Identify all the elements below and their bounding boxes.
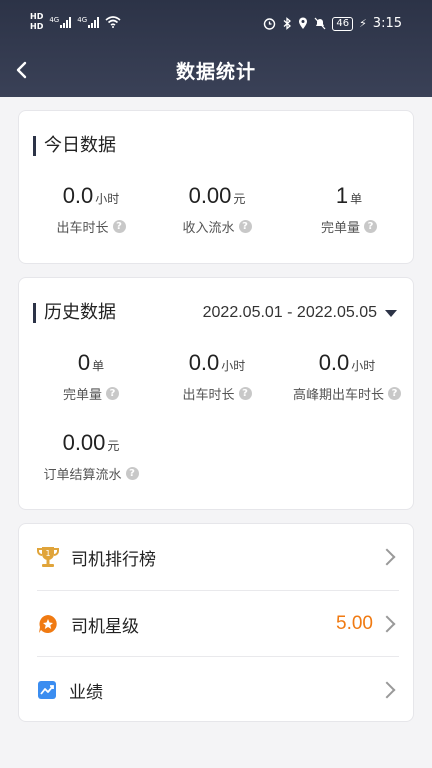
stat-value: 0.00 — [62, 430, 106, 455]
stat-unit: 元 — [107, 439, 120, 453]
history-stat-peak-time: 0.0 小时 高峰期出车时长? — [281, 350, 413, 403]
chevron-right-icon — [378, 615, 396, 633]
help-icon[interactable]: ? — [388, 387, 401, 400]
net-type-1: 4G — [49, 16, 60, 24]
trend-chart-icon — [38, 681, 56, 699]
history-stat-orders: 0单 完单量? — [31, 350, 151, 403]
signal-1-icon: 4G — [49, 16, 72, 28]
menu-card: 1 司机排行榜 司机星级 5.00 业绩 — [18, 523, 414, 722]
history-stat-drive-time: 0.0 小时 出车时长? — [157, 350, 277, 403]
help-icon[interactable]: ? — [238, 387, 252, 400]
menu-item-driver-ranking[interactable]: 1 司机排行榜 — [37, 524, 399, 590]
stat-label: 出车时长 — [56, 221, 109, 236]
hd-label-1: HD — [30, 12, 44, 21]
charging-icon: ⚡ — [359, 17, 367, 30]
stat-label: 订单结算流水 — [43, 468, 122, 483]
stat-label: 完单量 — [62, 388, 102, 403]
today-stat-income: 0.00 元 收入流水? — [157, 183, 277, 236]
alarm-icon — [264, 18, 276, 30]
stat-value: 0.0 — [188, 350, 220, 375]
stat-unit: 元 — [233, 192, 246, 206]
status-bar: HD HD 4G 4G 46 ⚡ 3:15 — [0, 0, 432, 46]
help-icon[interactable]: ? — [238, 220, 252, 233]
stat-unit: 小时 — [95, 192, 120, 206]
help-icon[interactable]: ? — [112, 220, 126, 233]
bluetooth-icon — [283, 17, 292, 30]
history-card: 历史数据 2022.05.01 - 2022.05.05 0单 完单量? 0.0… — [18, 277, 414, 510]
stat-unit: 小时 — [351, 359, 376, 373]
header: HD HD 4G 4G 46 ⚡ 3:15 数据统计 — [0, 0, 432, 97]
stat-value: 0 — [77, 350, 91, 375]
trophy-icon: 1 — [37, 547, 59, 567]
svg-text:1: 1 — [45, 549, 50, 558]
menu-label: 业绩 — [69, 682, 103, 703]
hd-label-2: HD — [30, 22, 44, 31]
stat-label: 高峰期出车时长 — [292, 388, 384, 403]
stat-label: 完单量 — [320, 221, 360, 236]
menu-item-performance[interactable]: 业绩 — [37, 657, 399, 723]
wifi-icon — [105, 16, 121, 28]
rating-value: 5.00 — [336, 613, 373, 634]
stat-unit: 单 — [350, 192, 363, 206]
today-card: 今日数据 0.0 小时 出车时长? 0.00 元 收入流水? 1单 完单量? — [18, 110, 414, 264]
stat-unit: 单 — [92, 359, 105, 373]
chevron-right-icon — [378, 548, 396, 566]
date-range-text: 2022.05.01 - 2022.05.05 — [202, 304, 377, 321]
battery-icon: 46 — [332, 16, 354, 31]
location-icon — [299, 17, 308, 29]
menu-label: 司机排行榜 — [71, 549, 156, 570]
menu-label: 司机星级 — [71, 616, 139, 637]
net-type-2: 4G — [77, 16, 88, 24]
today-stat-orders: 1单 完单量? — [289, 183, 409, 236]
help-icon[interactable]: ? — [364, 220, 377, 233]
stat-value: 1 — [335, 183, 349, 208]
today-stat-drive-time: 0.0 小时 出车时长? — [31, 183, 151, 236]
chevron-right-icon — [378, 681, 396, 699]
stat-label: 出车时长 — [182, 388, 235, 403]
mute-icon — [314, 17, 326, 30]
today-title: 今日数据 — [33, 136, 116, 156]
date-range-selector[interactable]: 2022.05.01 - 2022.05.05 — [203, 304, 397, 322]
help-icon[interactable]: ? — [106, 387, 119, 400]
stat-value: 0.0 — [318, 350, 350, 375]
stat-value: 0.0 — [62, 183, 94, 208]
stat-value: 0.00 — [188, 183, 232, 208]
hd-indicator: HD HD — [30, 12, 43, 32]
page-title: 数据统计 — [175, 61, 256, 83]
history-stat-settlement: 0.00 元 订单结算流水? — [31, 430, 151, 483]
history-title: 历史数据 — [33, 303, 116, 323]
menu-item-driver-rating[interactable]: 司机星级 5.00 — [37, 591, 399, 657]
dropdown-caret-icon — [385, 309, 397, 317]
stat-label: 收入流水 — [182, 221, 235, 236]
stat-unit: 小时 — [221, 359, 246, 373]
signal-2-icon: 4G — [77, 16, 100, 28]
help-icon[interactable]: ? — [125, 467, 139, 480]
star-badge-icon — [39, 615, 57, 633]
clock-time: 3:15 — [372, 16, 402, 31]
